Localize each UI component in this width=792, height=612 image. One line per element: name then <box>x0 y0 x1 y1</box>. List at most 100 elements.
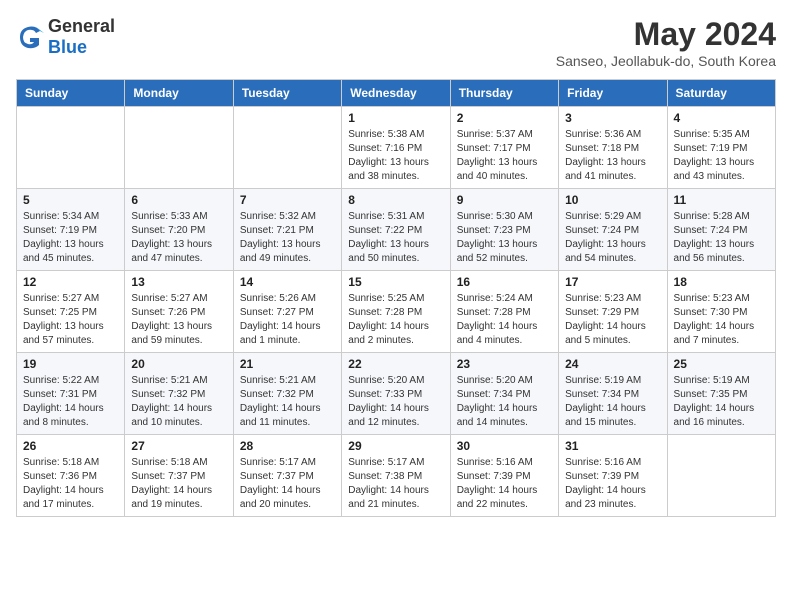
calendar-cell <box>125 107 233 189</box>
day-info: Sunrise: 5:20 AM Sunset: 7:34 PM Dayligh… <box>457 374 552 430</box>
calendar-cell: 8 Sunrise: 5:31 AM Sunset: 7:22 PM Daylig… <box>342 189 450 271</box>
day-number: 12 <box>23 275 118 289</box>
weekday-header: Sunday <box>17 80 125 107</box>
day-number: 30 <box>457 439 552 453</box>
calendar-cell: 30Sunrise: 5:16 AM Sunset: 7:39 PM Dayli… <box>450 435 558 517</box>
day-info: Sunrise: 5:17 AM Sunset: 7:38 PM Dayligh… <box>348 456 443 512</box>
calendar-cell: 18 Sunrise: 5:23 AM Sunset: 7:30 PM Dayli… <box>667 271 775 353</box>
day-number: 6 <box>131 193 226 207</box>
day-info: Sunrise: 5:36 AM Sunset: 7:18 PM Dayligh… <box>565 128 660 184</box>
calendar-cell: 3 Sunrise: 5:36 AM Sunset: 7:18 PM Daylig… <box>559 107 667 189</box>
calendar-cell: 10Sunrise: 5:29 AM Sunset: 7:24 PM Dayli… <box>559 189 667 271</box>
day-number: 14 <box>240 275 335 289</box>
day-number: 2 <box>457 111 552 125</box>
day-number: 8 <box>348 193 443 207</box>
calendar-cell: 25 Sunrise: 5:19 AM Sunset: 7:35 PM Dayli… <box>667 353 775 435</box>
day-info: Sunrise: 5:20 AM Sunset: 7:33 PM Dayligh… <box>348 374 443 430</box>
calendar-table: SundayMondayTuesdayWednesdayThursdayFrid… <box>16 79 776 517</box>
day-number: 23 <box>457 357 552 371</box>
day-number: 7 <box>240 193 335 207</box>
calendar-week-row: 19 Sunrise: 5:22 AM Sunset: 7:31 PM Dayli… <box>17 353 776 435</box>
day-number: 28 <box>240 439 335 453</box>
day-info: Sunrise: 5:31 AM Sunset: 7:22 PM Dayligh… <box>348 210 443 266</box>
day-number: 4 <box>674 111 769 125</box>
day-info: Sunrise: 5:38 AM Sunset: 7:16 PM Dayligh… <box>348 128 443 184</box>
calendar-cell: 17 Sunrise: 5:23 AM Sunset: 7:29 PM Dayli… <box>559 271 667 353</box>
day-number: 1 <box>348 111 443 125</box>
calendar-week-row: 5Sunrise: 5:34 AM Sunset: 7:19 PM Daylig… <box>17 189 776 271</box>
logo: General Blue <box>16 16 115 58</box>
day-info: Sunrise: 5:17 AM Sunset: 7:37 PM Dayligh… <box>240 456 335 512</box>
logo-text: General Blue <box>48 16 115 58</box>
day-info: Sunrise: 5:28 AM Sunset: 7:24 PM Dayligh… <box>674 210 769 266</box>
logo-icon <box>16 23 44 51</box>
calendar-cell: 7 Sunrise: 5:32 AM Sunset: 7:21 PM Daylig… <box>233 189 341 271</box>
day-info: Sunrise: 5:34 AM Sunset: 7:19 PM Dayligh… <box>23 210 118 266</box>
day-info: Sunrise: 5:35 AM Sunset: 7:19 PM Dayligh… <box>674 128 769 184</box>
location-subtitle: Sanseo, Jeollabuk-do, South Korea <box>556 53 776 69</box>
day-number: 15 <box>348 275 443 289</box>
day-info: Sunrise: 5:22 AM Sunset: 7:31 PM Dayligh… <box>23 374 118 430</box>
calendar-week-row: 26 Sunrise: 5:18 AM Sunset: 7:36 PM Dayli… <box>17 435 776 517</box>
calendar-cell: 23 Sunrise: 5:20 AM Sunset: 7:34 PM Dayli… <box>450 353 558 435</box>
calendar-cell: 12 Sunrise: 5:27 AM Sunset: 7:25 PM Dayli… <box>17 271 125 353</box>
day-number: 21 <box>240 357 335 371</box>
page-header: General Blue May 2024 Sanseo, Jeollabuk-… <box>16 16 776 69</box>
day-info: Sunrise: 5:33 AM Sunset: 7:20 PM Dayligh… <box>131 210 226 266</box>
calendar-cell: 20Sunrise: 5:21 AM Sunset: 7:32 PM Dayli… <box>125 353 233 435</box>
day-number: 18 <box>674 275 769 289</box>
calendar-cell <box>17 107 125 189</box>
day-number: 19 <box>23 357 118 371</box>
calendar-week-row: 12 Sunrise: 5:27 AM Sunset: 7:25 PM Dayli… <box>17 271 776 353</box>
calendar-cell: 21 Sunrise: 5:21 AM Sunset: 7:32 PM Dayli… <box>233 353 341 435</box>
day-number: 3 <box>565 111 660 125</box>
day-info: Sunrise: 5:27 AM Sunset: 7:25 PM Dayligh… <box>23 292 118 348</box>
calendar-cell: 1 Sunrise: 5:38 AM Sunset: 7:16 PM Daylig… <box>342 107 450 189</box>
day-info: Sunrise: 5:19 AM Sunset: 7:34 PM Dayligh… <box>565 374 660 430</box>
weekday-header: Saturday <box>667 80 775 107</box>
day-info: Sunrise: 5:16 AM Sunset: 7:39 PM Dayligh… <box>565 456 660 512</box>
day-info: Sunrise: 5:23 AM Sunset: 7:30 PM Dayligh… <box>674 292 769 348</box>
day-number: 29 <box>348 439 443 453</box>
day-number: 20 <box>131 357 226 371</box>
day-info: Sunrise: 5:25 AM Sunset: 7:28 PM Dayligh… <box>348 292 443 348</box>
day-info: Sunrise: 5:18 AM Sunset: 7:37 PM Dayligh… <box>131 456 226 512</box>
weekday-header: Monday <box>125 80 233 107</box>
day-info: Sunrise: 5:21 AM Sunset: 7:32 PM Dayligh… <box>240 374 335 430</box>
weekday-header: Wednesday <box>342 80 450 107</box>
calendar-cell: 5Sunrise: 5:34 AM Sunset: 7:19 PM Daylig… <box>17 189 125 271</box>
day-number: 26 <box>23 439 118 453</box>
weekday-header: Thursday <box>450 80 558 107</box>
day-number: 16 <box>457 275 552 289</box>
day-number: 31 <box>565 439 660 453</box>
calendar-cell: 16 Sunrise: 5:24 AM Sunset: 7:28 PM Dayli… <box>450 271 558 353</box>
day-info: Sunrise: 5:18 AM Sunset: 7:36 PM Dayligh… <box>23 456 118 512</box>
day-number: 27 <box>131 439 226 453</box>
day-number: 10 <box>565 193 660 207</box>
calendar-cell: 29 Sunrise: 5:17 AM Sunset: 7:38 PM Dayli… <box>342 435 450 517</box>
calendar-cell: 24Sunrise: 5:19 AM Sunset: 7:34 PM Dayli… <box>559 353 667 435</box>
calendar-week-row: 1 Sunrise: 5:38 AM Sunset: 7:16 PM Daylig… <box>17 107 776 189</box>
weekday-header-row: SundayMondayTuesdayWednesdayThursdayFrid… <box>17 80 776 107</box>
day-info: Sunrise: 5:19 AM Sunset: 7:35 PM Dayligh… <box>674 374 769 430</box>
calendar-cell: 22Sunrise: 5:20 AM Sunset: 7:33 PM Dayli… <box>342 353 450 435</box>
calendar-cell <box>233 107 341 189</box>
day-info: Sunrise: 5:23 AM Sunset: 7:29 PM Dayligh… <box>565 292 660 348</box>
calendar-cell: 9Sunrise: 5:30 AM Sunset: 7:23 PM Daylig… <box>450 189 558 271</box>
day-info: Sunrise: 5:32 AM Sunset: 7:21 PM Dayligh… <box>240 210 335 266</box>
month-title: May 2024 <box>556 16 776 53</box>
day-info: Sunrise: 5:27 AM Sunset: 7:26 PM Dayligh… <box>131 292 226 348</box>
calendar-cell: 27 Sunrise: 5:18 AM Sunset: 7:37 PM Dayli… <box>125 435 233 517</box>
calendar-cell <box>667 435 775 517</box>
day-number: 25 <box>674 357 769 371</box>
calendar-cell: 26 Sunrise: 5:18 AM Sunset: 7:36 PM Dayli… <box>17 435 125 517</box>
calendar-cell: 28 Sunrise: 5:17 AM Sunset: 7:37 PM Dayli… <box>233 435 341 517</box>
calendar-cell: 11Sunrise: 5:28 AM Sunset: 7:24 PM Dayli… <box>667 189 775 271</box>
day-number: 17 <box>565 275 660 289</box>
day-info: Sunrise: 5:24 AM Sunset: 7:28 PM Dayligh… <box>457 292 552 348</box>
calendar-cell: 31 Sunrise: 5:16 AM Sunset: 7:39 PM Dayli… <box>559 435 667 517</box>
title-block: May 2024 Sanseo, Jeollabuk-do, South Kor… <box>556 16 776 69</box>
calendar-cell: 2Sunrise: 5:37 AM Sunset: 7:17 PM Daylig… <box>450 107 558 189</box>
calendar-cell: 13Sunrise: 5:27 AM Sunset: 7:26 PM Dayli… <box>125 271 233 353</box>
calendar-cell: 19 Sunrise: 5:22 AM Sunset: 7:31 PM Dayli… <box>17 353 125 435</box>
